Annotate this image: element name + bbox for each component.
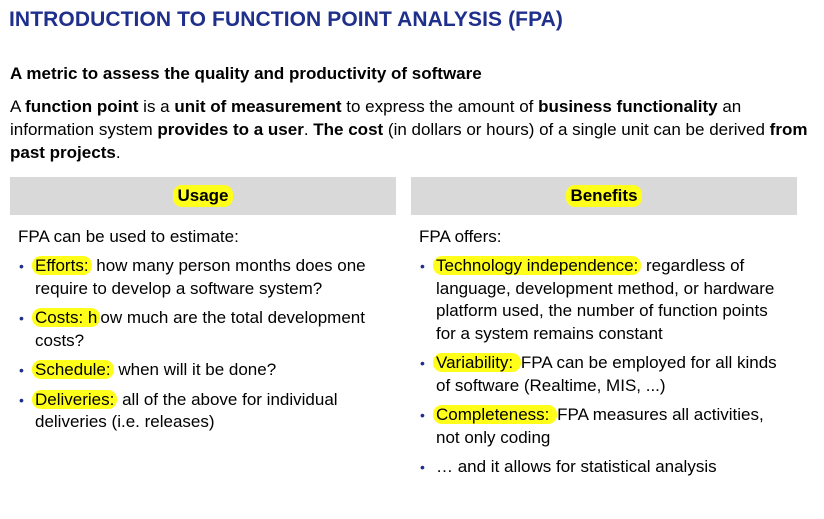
list-item: • Deliveries: all of the above for indivi… bbox=[10, 389, 380, 434]
list-item: • … and it allows for statistical analysi… bbox=[411, 456, 786, 479]
usage-header-label: Usage bbox=[173, 185, 233, 207]
intro-bold: unit of measurement bbox=[174, 97, 342, 116]
benefits-list: • Technology independence: regardless of … bbox=[411, 255, 797, 479]
intro-text: . bbox=[115, 143, 121, 162]
intro-bold: business functionality bbox=[538, 97, 718, 116]
intro-text: A bbox=[10, 97, 26, 116]
intro-paragraph: A function point is a unit of measuremen… bbox=[10, 95, 820, 164]
bullet-icon: • bbox=[420, 258, 425, 274]
usage-intro: FPA can be used to estimate: bbox=[18, 227, 239, 246]
intro-bold: provides to a user bbox=[157, 120, 304, 139]
intro-text: (in dollars or hours) of a single unit c… bbox=[383, 120, 770, 139]
list-item-text: when will it be done? bbox=[113, 360, 277, 379]
intro-text: is a bbox=[138, 97, 175, 116]
page-subtitle: A metric to assess the quality and produ… bbox=[10, 64, 482, 83]
list-item: • Variability: FPA can be employed for al… bbox=[411, 352, 786, 397]
intro-bold: The cost bbox=[313, 120, 384, 139]
benefits-intro: FPA offers: bbox=[419, 227, 502, 246]
benefits-header: Benefits bbox=[411, 177, 797, 215]
bullet-icon: • bbox=[19, 362, 24, 378]
list-item: • Completeness: FPA measures all activiti… bbox=[411, 404, 786, 449]
highlighted-term: Deliveries: bbox=[32, 389, 118, 409]
list-item: • Costs: h ow much are the total developme… bbox=[10, 307, 380, 352]
highlighted-term: Technology independence: bbox=[433, 256, 642, 275]
bullet-icon: • bbox=[19, 391, 24, 408]
intro-bold: function point bbox=[25, 97, 139, 116]
highlighted-term: Costs: h bbox=[32, 308, 101, 327]
benefits-header-label: Benefits bbox=[566, 185, 642, 207]
highlighted-term: Schedule: bbox=[32, 360, 114, 379]
usage-column: Usage FPA can be used to estimate: • Effo… bbox=[10, 177, 396, 441]
bullet-icon: • bbox=[420, 355, 425, 371]
list-item: • Technology independence: regardless of … bbox=[411, 255, 786, 345]
benefits-column: Benefits FPA offers: • Technology indepen… bbox=[411, 177, 797, 486]
bullet-icon: • bbox=[19, 258, 24, 274]
highlighted-term: Completeness: bbox=[433, 405, 558, 424]
usage-header: Usage bbox=[10, 177, 396, 215]
list-item-text: … and it allows for statistical analysis bbox=[436, 457, 717, 476]
intro-text: . bbox=[303, 120, 314, 139]
bullet-icon: • bbox=[19, 310, 24, 326]
usage-list: • Efforts: how many person months does on… bbox=[10, 255, 396, 434]
list-item: • Efforts: how many person months does on… bbox=[10, 255, 380, 300]
list-item: • Schedule: when will it be done? bbox=[10, 359, 380, 382]
bullet-icon: • bbox=[420, 407, 425, 423]
bullet-icon: • bbox=[420, 459, 425, 475]
intro-text: to express the amount of bbox=[341, 97, 539, 116]
highlighted-term: Efforts: bbox=[32, 256, 92, 275]
page-title: INTRODUCTION TO FUNCTION POINT ANALYSIS … bbox=[9, 8, 563, 31]
highlighted-term: Variability: bbox=[433, 353, 521, 372]
